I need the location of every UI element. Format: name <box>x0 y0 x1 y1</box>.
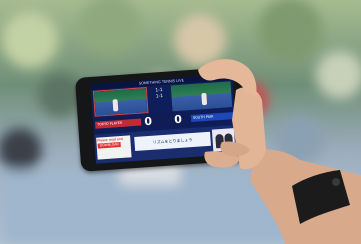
thumb <box>198 59 257 96</box>
hand-holding-phone <box>198 59 361 244</box>
photo-scene: { "app": { "header_text": "SOMETHING TEN… <box>0 0 361 244</box>
